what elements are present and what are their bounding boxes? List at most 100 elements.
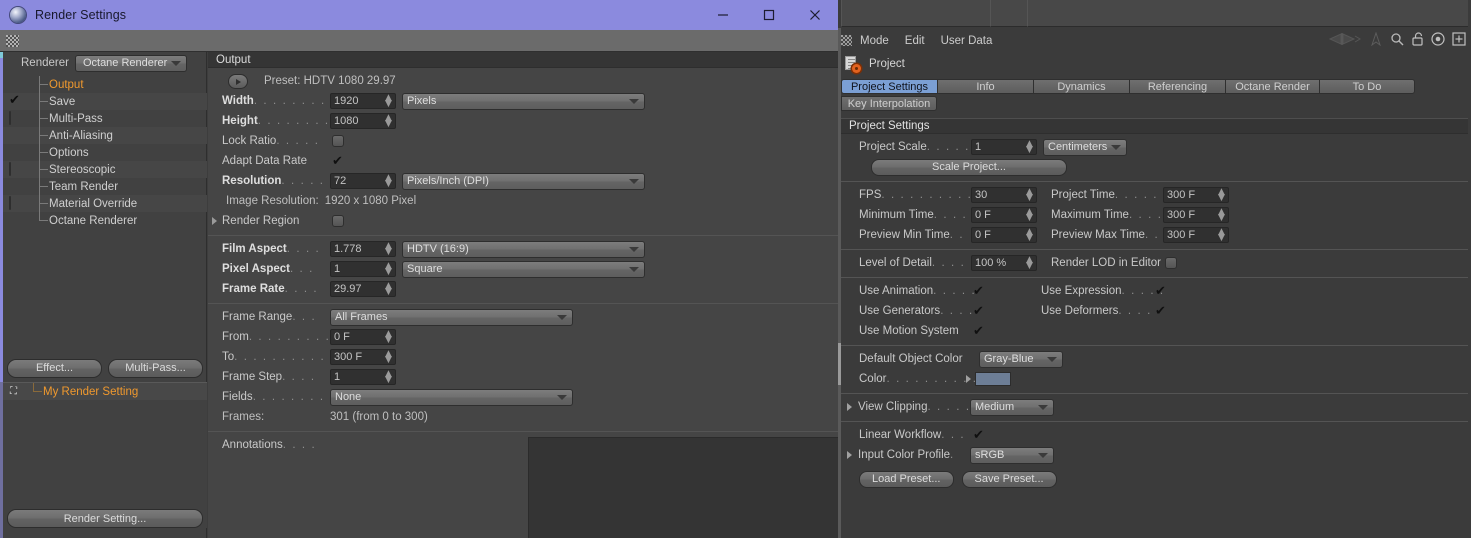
stepper-icon[interactable]: ▲ ▼: [1218, 228, 1225, 243]
stepper-icon[interactable]: ▲ ▼: [1026, 256, 1033, 271]
sidebar-item-multi-pass[interactable]: Multi-Pass: [3, 110, 207, 127]
sidebar-item-octane-renderer[interactable]: Octane Renderer: [3, 212, 207, 229]
minimum-time-input[interactable]: 0 F ▲ ▼: [971, 207, 1037, 223]
frame-step-input[interactable]: 1 ▲ ▼: [330, 369, 396, 385]
stepper-icon[interactable]: ▲ ▼: [385, 330, 392, 345]
stepper-icon[interactable]: ▲ ▼: [385, 350, 392, 365]
resolution-unit-select[interactable]: Pixels/Inch (DPI): [402, 172, 645, 190]
pixel-aspect-preset-select[interactable]: Square: [402, 260, 645, 278]
maximum-time-input[interactable]: 300 F ▲ ▼: [1163, 207, 1229, 223]
load-preset-button[interactable]: Load Preset...: [859, 470, 954, 488]
sidebar-item-save[interactable]: ✔ Save: [3, 93, 207, 110]
stepper-icon[interactable]: ▲ ▼: [385, 370, 392, 385]
tab-info[interactable]: Info: [937, 79, 1033, 94]
sidebar-item-material-override[interactable]: Material Override: [3, 195, 207, 212]
stepper-icon[interactable]: ▲ ▼: [1026, 188, 1033, 203]
sidebar-item-anti-aliasing[interactable]: Anti-Aliasing: [3, 127, 207, 144]
multi-pass-button[interactable]: Multi-Pass...: [108, 358, 203, 378]
stepper-icon[interactable]: ▲ ▼: [385, 114, 392, 129]
frame-rate-input[interactable]: 29.97 ▲ ▼: [330, 281, 396, 297]
preset-expand-button[interactable]: [228, 73, 248, 89]
menu-user-data[interactable]: User Data: [941, 35, 993, 47]
use-generators-checkbox[interactable]: ✔: [973, 305, 986, 318]
lock-ratio-checkbox[interactable]: [332, 135, 344, 147]
tree-item-checkbox[interactable]: [9, 162, 22, 176]
render-setting-button[interactable]: Render Setting...: [7, 509, 203, 528]
use-deformers-checkbox[interactable]: ✔: [1155, 305, 1168, 318]
stepper-icon[interactable]: ▲ ▼: [1026, 208, 1033, 223]
sidebar-item-team-render[interactable]: Team Render: [3, 178, 207, 195]
film-aspect-input[interactable]: 1.778 ▲ ▼: [330, 241, 396, 257]
effect-button[interactable]: Effect...: [7, 358, 102, 378]
stepper-icon[interactable]: ▲ ▼: [1218, 208, 1225, 223]
target-icon[interactable]: [1431, 32, 1445, 49]
stepper-icon[interactable]: ▲ ▼: [1026, 228, 1033, 243]
width-unit-select[interactable]: Pixels: [402, 92, 645, 110]
drag-grip-icon[interactable]: [841, 35, 852, 46]
maximize-button[interactable]: [746, 0, 792, 30]
sidebar-item-stereoscopic[interactable]: Stereoscopic: [3, 161, 207, 178]
render-region-checkbox[interactable]: [332, 215, 344, 227]
minimize-button[interactable]: [700, 0, 746, 30]
to-input[interactable]: 300 F ▲ ▼: [330, 349, 396, 365]
project-time-input[interactable]: 300 F ▲ ▼: [1163, 187, 1229, 203]
scale-project-button[interactable]: Scale Project...: [871, 158, 1067, 176]
adapt-data-rate-checkbox[interactable]: ✔: [332, 155, 345, 168]
tree-item-checkbox[interactable]: [9, 111, 22, 125]
project-scale-unit-select[interactable]: Centimeters: [1043, 138, 1127, 156]
tab-project-settings[interactable]: Project Settings: [841, 79, 937, 94]
view-clipping-select[interactable]: Medium: [970, 398, 1054, 416]
stepper-icon[interactable]: ▲ ▼: [385, 282, 392, 297]
resolution-input[interactable]: 72 ▲ ▼: [330, 173, 396, 189]
tab-key-interpolation[interactable]: Key Interpolation: [841, 96, 937, 111]
linear-workflow-checkbox[interactable]: ✔: [973, 429, 986, 442]
pin-icon[interactable]: [1369, 31, 1383, 49]
stepper-icon[interactable]: ▲ ▼: [385, 174, 392, 189]
fps-input[interactable]: 30 ▲ ▼: [971, 187, 1037, 203]
stepper-icon[interactable]: ▲ ▼: [1026, 140, 1033, 155]
render-lod-checkbox[interactable]: [1164, 257, 1177, 269]
frame-range-select[interactable]: All Frames: [330, 308, 573, 326]
expand-arrow-icon[interactable]: [847, 403, 852, 411]
tab-octane-render[interactable]: Octane Render: [1225, 79, 1319, 94]
menu-mode[interactable]: Mode: [860, 35, 889, 47]
preview-max-time-input[interactable]: 300 F ▲ ▼: [1163, 227, 1229, 243]
expand-arrow-icon[interactable]: [966, 375, 971, 383]
sidebar-item-output[interactable]: Output: [3, 76, 207, 93]
color-swatch[interactable]: [975, 372, 1011, 386]
close-button[interactable]: [792, 0, 838, 30]
flip-icon[interactable]: [1328, 32, 1362, 49]
tab-referencing[interactable]: Referencing: [1129, 79, 1225, 94]
project-scale-input[interactable]: 1 ▲ ▼: [971, 139, 1037, 155]
renderer-select[interactable]: Octane Renderer: [74, 54, 187, 72]
lock-open-icon[interactable]: [1411, 32, 1424, 49]
annotations-textarea[interactable]: [528, 437, 838, 538]
tab-to-do[interactable]: To Do: [1319, 79, 1415, 94]
menu-edit[interactable]: Edit: [905, 35, 925, 47]
tree-item-checkbox[interactable]: [9, 196, 22, 210]
add-panel-icon[interactable]: [1452, 32, 1466, 49]
stepper-icon[interactable]: ▲ ▼: [1218, 188, 1225, 203]
use-animation-checkbox[interactable]: ✔: [973, 285, 986, 298]
stepper-icon[interactable]: ▲ ▼: [385, 94, 392, 109]
sidebar-item-options[interactable]: Options: [3, 144, 207, 161]
stepper-icon[interactable]: ▲ ▼: [385, 242, 392, 257]
pixel-aspect-input[interactable]: 1 ▲ ▼: [330, 261, 396, 277]
tree-item-checkbox[interactable]: ✔: [9, 94, 22, 108]
use-expression-checkbox[interactable]: ✔: [1155, 285, 1168, 298]
film-aspect-preset-select[interactable]: HDTV (16:9): [402, 240, 645, 258]
preview-min-time-input[interactable]: 0 F ▲ ▼: [971, 227, 1037, 243]
list-item[interactable]: ⛶ My Render Setting: [3, 383, 207, 400]
tab-dynamics[interactable]: Dynamics: [1033, 79, 1129, 94]
use-motion-system-checkbox[interactable]: ✔: [973, 325, 986, 338]
expand-arrow-icon[interactable]: [847, 451, 852, 459]
height-input[interactable]: 1080 ▲ ▼: [330, 113, 396, 129]
stepper-icon[interactable]: ▲ ▼: [385, 262, 392, 277]
from-input[interactable]: 0 F ▲ ▼: [330, 329, 396, 345]
default-object-color-select[interactable]: Gray-Blue: [979, 350, 1063, 368]
drag-grip-icon[interactable]: [6, 35, 19, 47]
fields-select[interactable]: None: [330, 388, 573, 406]
width-input[interactable]: 1920 ▲ ▼: [330, 93, 396, 109]
search-icon[interactable]: [1390, 32, 1404, 49]
level-of-detail-input[interactable]: 100 % ▲ ▼: [971, 255, 1037, 271]
